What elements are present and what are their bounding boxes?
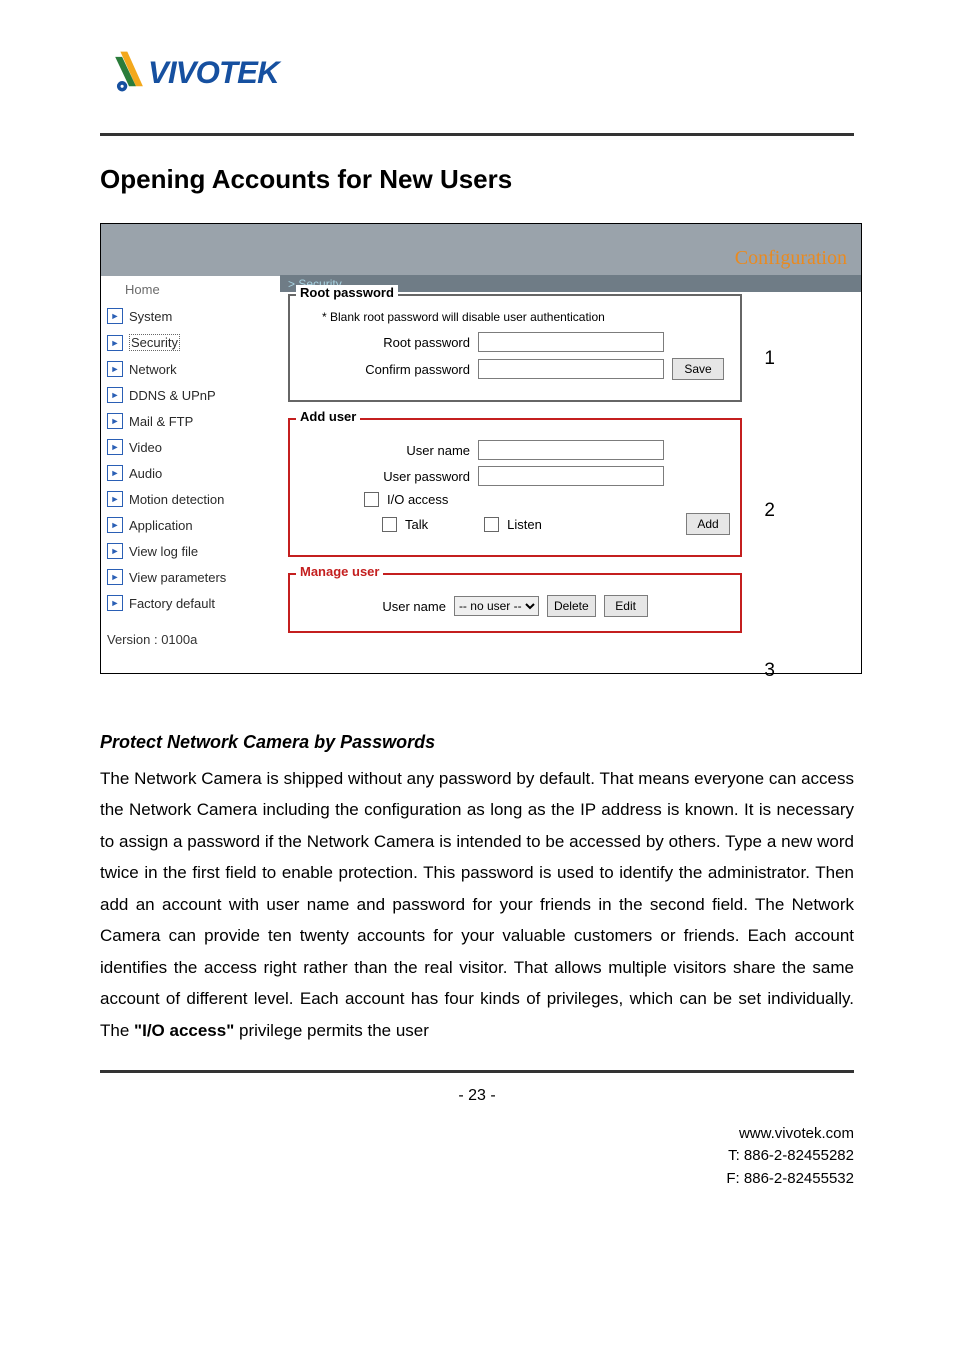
- confirm-password-input[interactable]: [478, 359, 664, 379]
- sidebar-item-network[interactable]: ► Network: [101, 356, 279, 382]
- sidebar-item-viewparams[interactable]: ► View parameters: [101, 564, 279, 590]
- sidebar-item-ddns[interactable]: ► DDNS & UPnP: [101, 382, 279, 408]
- arrow-icon: ►: [107, 517, 123, 533]
- add-button[interactable]: Add: [686, 513, 730, 535]
- username-label: User name: [300, 443, 470, 458]
- root-password-input[interactable]: [478, 332, 664, 352]
- body-paragraph: The Network Camera is shipped without an…: [100, 763, 854, 1046]
- arrow-icon: ►: [107, 413, 123, 429]
- user-password-label: User password: [300, 469, 470, 484]
- brand-logo: VIVOTEK: [0, 0, 954, 115]
- sidebar-home[interactable]: Home: [101, 276, 279, 303]
- sidebar-item-label: Network: [129, 362, 177, 377]
- svg-text:VIVOTEK: VIVOTEK: [148, 55, 282, 90]
- user-select[interactable]: -- no user --: [454, 596, 539, 616]
- root-note: * Blank root password will disable user …: [322, 310, 730, 324]
- body-text-span: privilege permits the user: [234, 1021, 429, 1040]
- sidebar-item-label: Security: [129, 334, 180, 351]
- page-number: - 23 -: [0, 1087, 954, 1105]
- page-heading: Opening Accounts for New Users: [100, 164, 954, 195]
- io-access-label: I/O access: [387, 492, 448, 507]
- delete-button[interactable]: Delete: [547, 595, 596, 617]
- arrow-icon: ►: [107, 335, 123, 351]
- sidebar-item-label: Factory default: [129, 596, 215, 611]
- body-text-span: The Network Camera is shipped without an…: [100, 769, 854, 1040]
- screenshot-header: Configuration: [101, 224, 861, 276]
- sidebar-item-video[interactable]: ► Video: [101, 434, 279, 460]
- username-input[interactable]: [478, 440, 664, 460]
- manage-user-panel: Manage user User name -- no user -- Dele…: [288, 573, 742, 633]
- sidebar-item-security[interactable]: ► Security: [101, 329, 279, 356]
- subheading: Protect Network Camera by Passwords: [100, 732, 854, 753]
- io-access-bold: "I/O access": [134, 1021, 234, 1040]
- screenshot-frame: Configuration Home ► System ► Security ► Ne…: [100, 223, 862, 674]
- arrow-icon: ►: [107, 308, 123, 324]
- sidebar-item-application[interactable]: ► Application: [101, 512, 279, 538]
- sidebar-item-label: Audio: [129, 466, 162, 481]
- panel-legend: Root password: [296, 285, 398, 300]
- talk-checkbox[interactable]: [382, 517, 397, 532]
- footer-rule: [100, 1070, 854, 1073]
- sidebar-item-factory[interactable]: ► Factory default: [101, 590, 279, 616]
- user-password-input[interactable]: [478, 466, 664, 486]
- panel-legend: Manage user: [296, 564, 383, 579]
- vivotek-logo: VIVOTEK: [110, 40, 335, 110]
- edit-button[interactable]: Edit: [604, 595, 648, 617]
- confirm-password-label: Confirm password: [300, 362, 470, 377]
- sidebar-item-viewlog[interactable]: ► View log file: [101, 538, 279, 564]
- save-button[interactable]: Save: [672, 358, 724, 380]
- sidebar-item-label: Video: [129, 440, 162, 455]
- arrow-icon: ►: [107, 543, 123, 559]
- arrow-icon: ►: [107, 387, 123, 403]
- arrow-icon: ►: [107, 595, 123, 611]
- configuration-label: Configuration: [735, 247, 847, 270]
- sidebar-item-label: Motion detection: [129, 492, 224, 507]
- panel-legend: Add user: [296, 409, 360, 424]
- callout-2: 2: [764, 500, 775, 522]
- contact-website: www.vivotek.com: [0, 1123, 854, 1146]
- top-rule: [100, 133, 854, 136]
- root-password-panel: Root password * Blank root password will…: [288, 294, 742, 402]
- add-user-panel: Add user User name User password I/O acc…: [288, 418, 742, 557]
- arrow-icon: ►: [107, 361, 123, 377]
- sidebar-item-label: Application: [129, 518, 193, 533]
- sidebar-item-motion[interactable]: ► Motion detection: [101, 486, 279, 512]
- contact-fax: F: 886-2-82455532: [0, 1168, 854, 1191]
- sidebar-item-label: View log file: [129, 544, 198, 559]
- manage-username-label: User name: [382, 599, 446, 614]
- sidebar-item-label: DDNS & UPnP: [129, 388, 216, 403]
- arrow-icon: ►: [107, 569, 123, 585]
- root-password-label: Root password: [300, 335, 470, 350]
- sidebar-item-label: Mail & FTP: [129, 414, 193, 429]
- arrow-icon: ►: [107, 465, 123, 481]
- listen-label: Listen: [507, 517, 542, 532]
- sidebar-item-label: View parameters: [129, 570, 226, 585]
- sidebar-item-mail[interactable]: ► Mail & FTP: [101, 408, 279, 434]
- arrow-icon: ►: [107, 491, 123, 507]
- sidebar-item-label: System: [129, 309, 172, 324]
- arrow-icon: ►: [107, 439, 123, 455]
- content-area: > Security 1 2 3 Root password * Blank r…: [280, 276, 861, 673]
- talk-label: Talk: [405, 517, 428, 532]
- listen-checkbox[interactable]: [484, 517, 499, 532]
- contact-tel: T: 886-2-82455282: [0, 1145, 854, 1168]
- callout-3: 3: [764, 660, 775, 682]
- io-access-checkbox[interactable]: [364, 492, 379, 507]
- version-label: Version : 0100a: [101, 616, 279, 657]
- contact-block: www.vivotek.com T: 886-2-82455282 F: 886…: [0, 1123, 854, 1191]
- sidebar-item-system[interactable]: ► System: [101, 303, 279, 329]
- sidebar: Home ► System ► Security ► Network ► DDNS & …: [101, 276, 280, 673]
- callout-1: 1: [764, 348, 775, 370]
- sidebar-item-audio[interactable]: ► Audio: [101, 460, 279, 486]
